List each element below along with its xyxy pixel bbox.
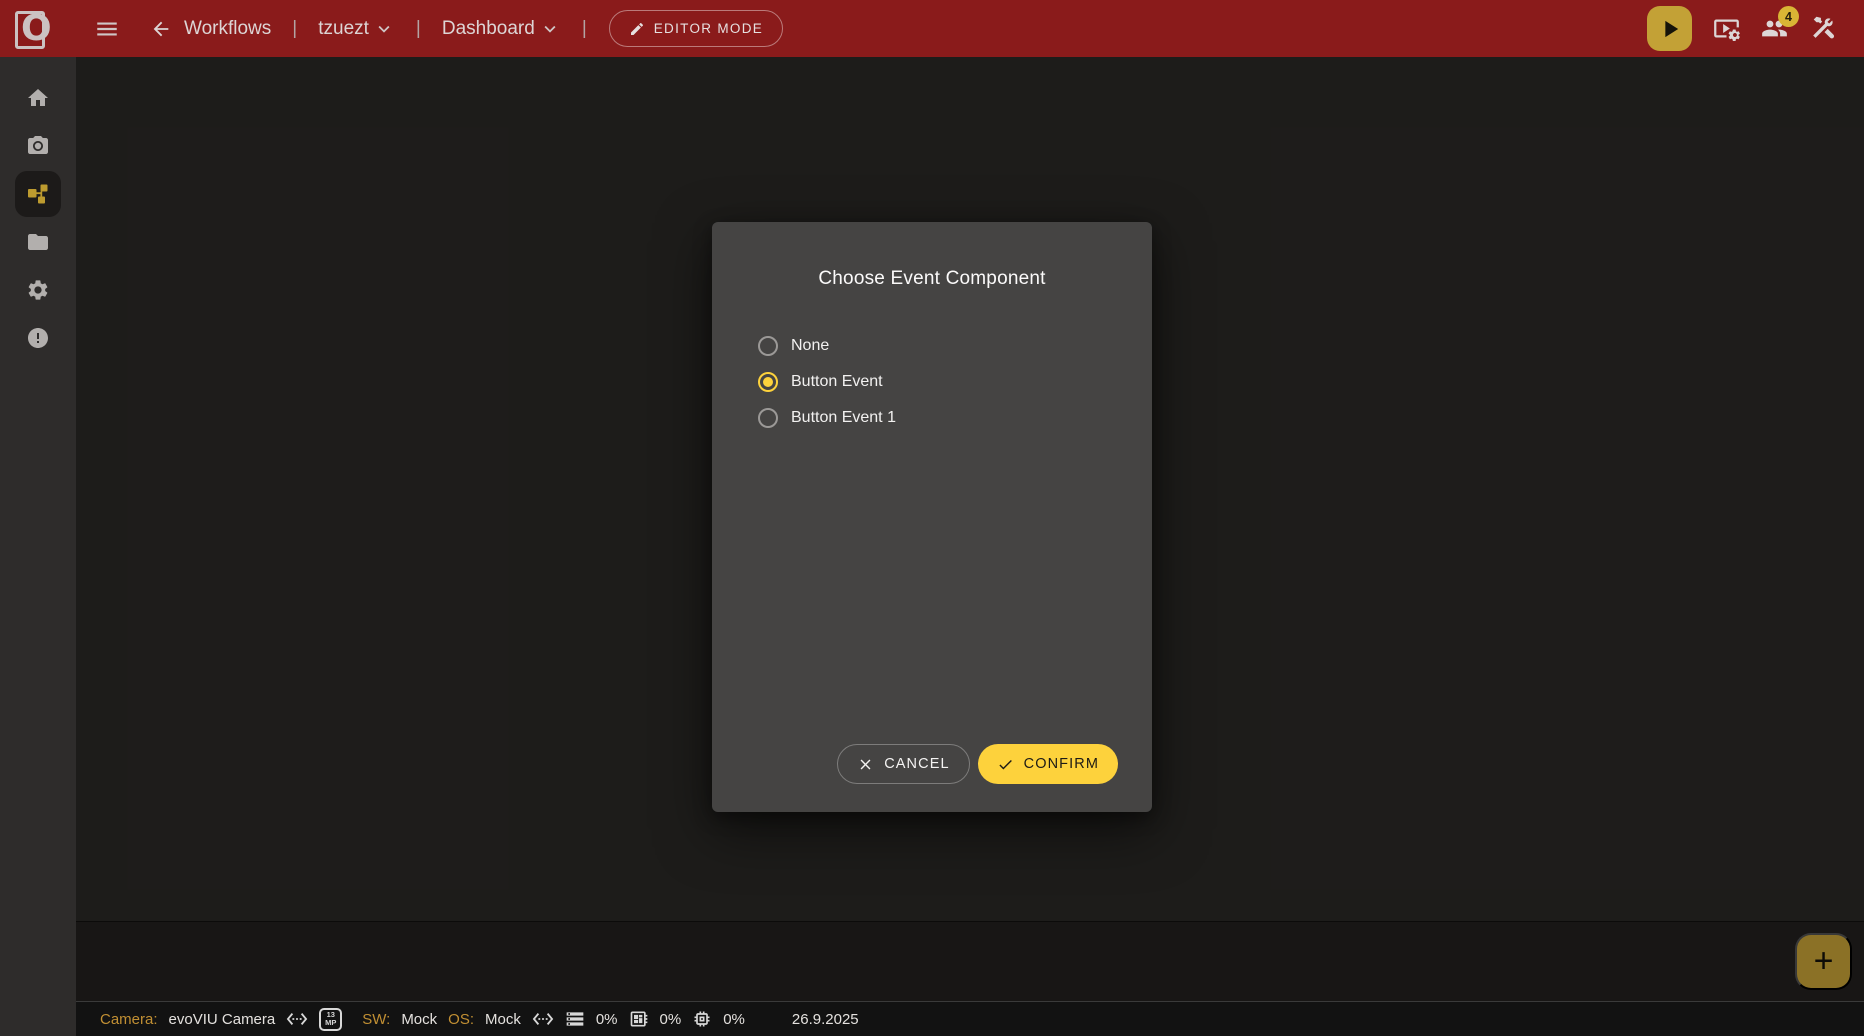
logo-letter: O	[21, 8, 52, 49]
app-logo: O	[8, 4, 58, 54]
check-icon	[997, 756, 1014, 773]
os-label: OS:	[448, 1011, 474, 1028]
dialog-actions: CANCEL CONFIRM	[837, 744, 1118, 784]
editor-mode-button[interactable]: EDITOR MODE	[609, 10, 783, 47]
left-sidebar	[0, 57, 76, 1036]
breadcrumb-separator: |	[410, 18, 427, 40]
edit-pencil-icon	[629, 21, 645, 37]
camera-label: Camera:	[100, 1011, 158, 1028]
radio-icon	[758, 372, 778, 392]
board-icon	[629, 1009, 649, 1029]
view-name: Dashboard	[442, 18, 535, 40]
project-name: tzuezt	[318, 18, 369, 40]
cancel-button[interactable]: CANCEL	[837, 744, 969, 784]
chevron-down-icon	[373, 18, 395, 40]
radio-label: Button Event 1	[791, 409, 896, 427]
cancel-label: CANCEL	[884, 756, 949, 772]
breadcrumb-separator: |	[576, 18, 593, 40]
users-button[interactable]: 4	[1761, 15, 1788, 42]
workflows-label: Workflows	[184, 18, 271, 40]
cpu-percent: 0%	[723, 1011, 745, 1028]
ethernet-icon	[286, 1008, 308, 1030]
sw-value: Mock	[401, 1011, 437, 1028]
sidebar-item-folders[interactable]	[26, 230, 50, 254]
sidebar-item-home[interactable]	[26, 86, 50, 110]
camera-value: evoVIU Camera	[169, 1011, 276, 1028]
sidebar-item-workflows[interactable]	[26, 182, 50, 206]
dialog-title: Choose Event Component	[712, 268, 1152, 290]
ethernet-icon	[532, 1008, 554, 1030]
arrow-back-icon	[150, 18, 172, 40]
ram-icon	[565, 1009, 585, 1029]
run-workflow-button[interactable]	[1647, 6, 1692, 51]
sidebar-item-settings[interactable]	[26, 278, 50, 302]
camera-icon	[26, 134, 50, 158]
radio-option-none[interactable]: None	[758, 336, 1152, 356]
sw-label: SW:	[362, 1011, 390, 1028]
top-app-bar: O Workflows | tzuezt | Dashboard | EDITO…	[0, 0, 1864, 57]
radio-icon	[758, 408, 778, 428]
topbar-actions: 4	[1647, 6, 1836, 51]
confirm-label: CONFIRM	[1024, 756, 1099, 772]
sidebar-item-alerts[interactable]	[26, 326, 50, 350]
board-percent: 0%	[660, 1011, 682, 1028]
confirm-button[interactable]: CONFIRM	[978, 744, 1118, 784]
tools-button[interactable]	[1809, 15, 1836, 42]
chevron-down-icon	[539, 18, 561, 40]
editor-mode-label: EDITOR MODE	[654, 21, 763, 36]
video-settings-button[interactable]	[1713, 15, 1740, 42]
event-component-options: None Button Event Button Event 1	[758, 336, 1152, 428]
breadcrumb: Workflows | tzuezt | Dashboard |	[150, 18, 593, 40]
construction-icon	[1809, 15, 1836, 42]
radio-label: Button Event	[791, 373, 883, 391]
close-icon	[857, 756, 874, 773]
users-count-badge: 4	[1778, 6, 1799, 27]
workflow-icon	[26, 182, 50, 206]
radio-option-button-event[interactable]: Button Event	[758, 372, 1152, 392]
status-date: 26.9.2025	[792, 1011, 859, 1028]
alert-icon	[26, 326, 50, 350]
home-icon	[26, 86, 50, 110]
ram-percent: 0%	[596, 1011, 618, 1028]
radio-icon	[758, 336, 778, 356]
video-settings-icon	[1713, 15, 1740, 42]
choose-event-component-dialog: Choose Event Component None Button Event…	[712, 222, 1152, 812]
gear-icon	[26, 278, 50, 302]
view-dropdown[interactable]: Dashboard	[442, 18, 561, 40]
menu-icon[interactable]	[94, 16, 120, 42]
breadcrumb-separator: |	[286, 18, 303, 40]
play-icon	[1656, 15, 1684, 43]
folder-icon	[26, 230, 50, 254]
megapixel-badge: 13 MP	[319, 1008, 342, 1031]
os-value: Mock	[485, 1011, 521, 1028]
cpu-icon	[692, 1009, 712, 1029]
radio-option-button-event-1[interactable]: Button Event 1	[758, 408, 1152, 428]
status-bar: Camera: evoVIU Camera 13 MP SW: Mock OS:…	[76, 1001, 1864, 1036]
project-dropdown[interactable]: tzuezt	[318, 18, 395, 40]
radio-label: None	[791, 337, 829, 355]
workflows-back-button[interactable]: Workflows	[150, 18, 271, 40]
sidebar-item-camera[interactable]	[26, 134, 50, 158]
